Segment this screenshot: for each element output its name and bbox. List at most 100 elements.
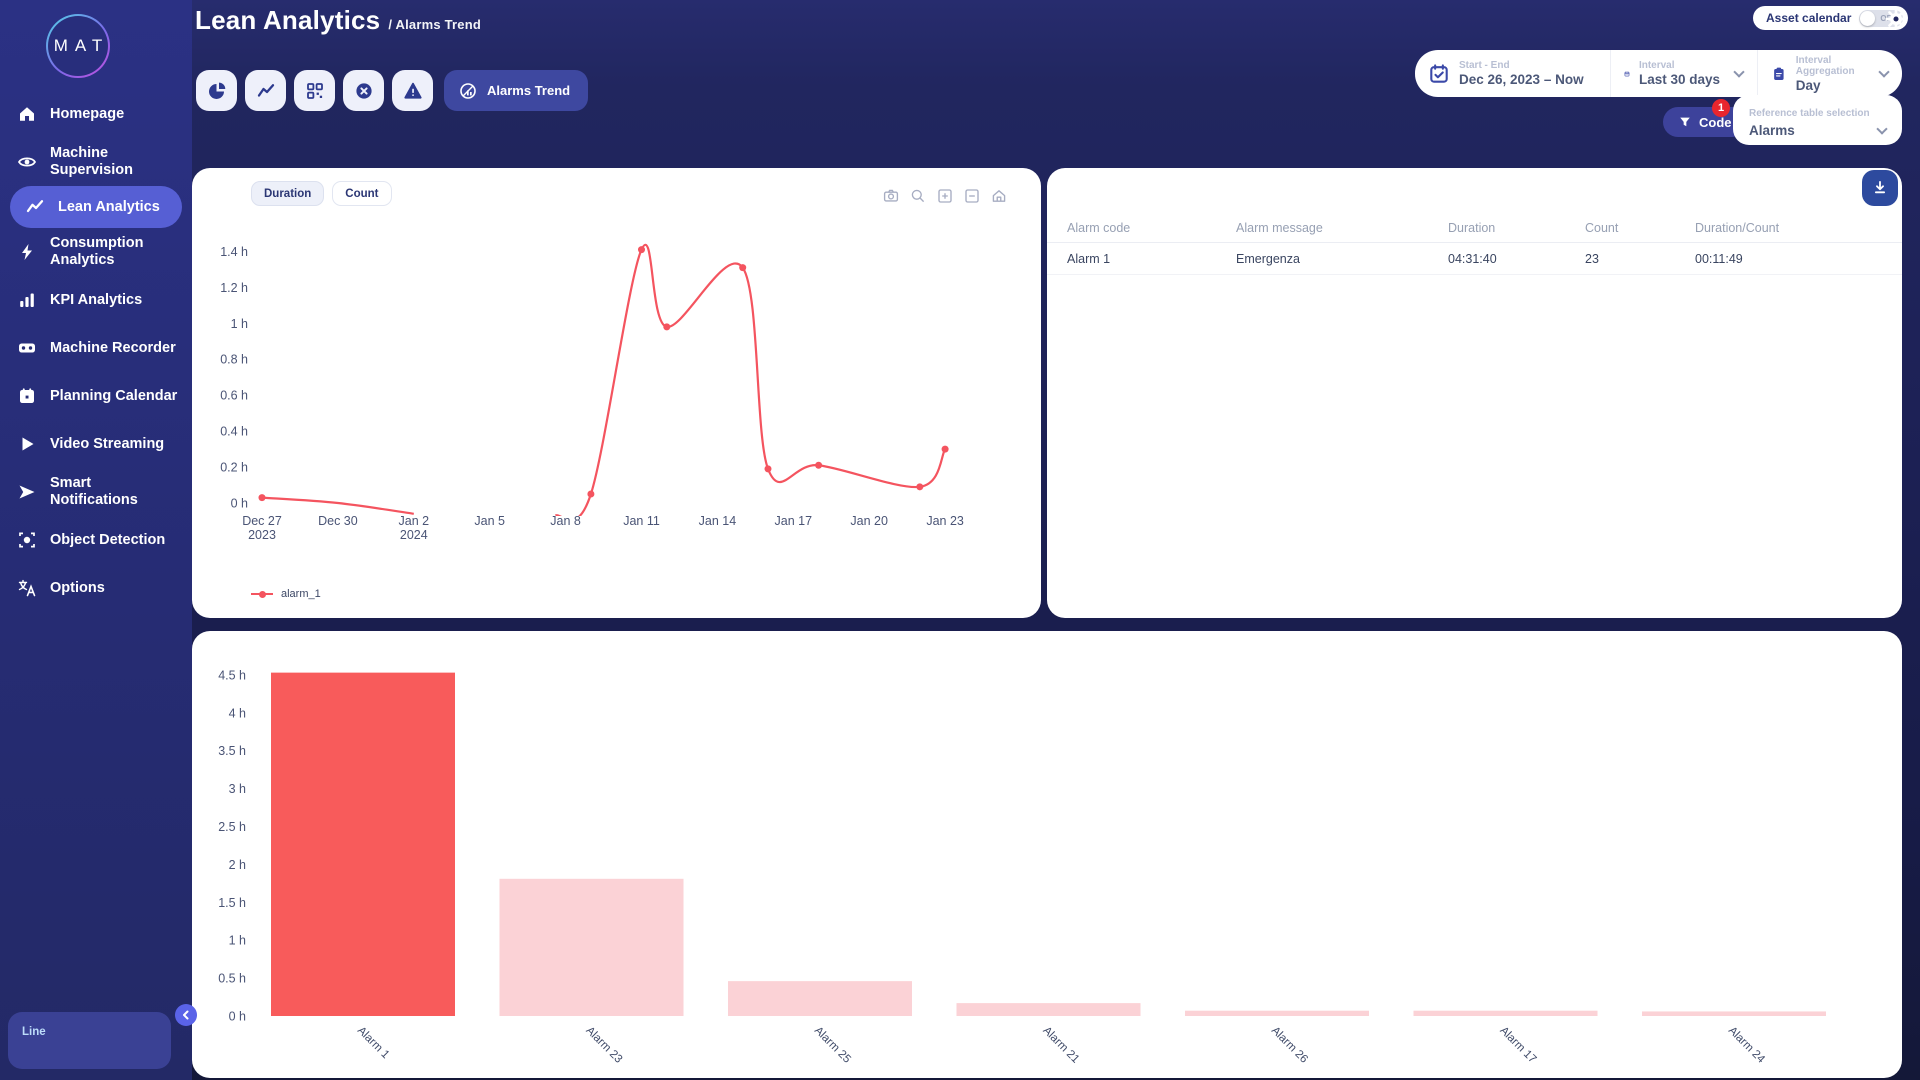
tab-duration[interactable]: Duration: [251, 181, 324, 206]
interval-label: Interval: [1639, 60, 1720, 71]
camera-icon[interactable]: [883, 188, 899, 204]
bolt-icon: [16, 241, 38, 263]
sidebar-item-label: Machine Recorder: [50, 340, 176, 357]
reference-table-select[interactable]: Reference table selection Alarms: [1733, 95, 1902, 145]
svg-text:Alarm 25: Alarm 25: [812, 1025, 853, 1066]
app-logo-text: MAT: [54, 36, 110, 56]
col-header-count: Count: [1585, 221, 1695, 235]
sidebar-item-homepage[interactable]: Homepage: [0, 90, 192, 138]
svg-text:Alarm 23: Alarm 23: [583, 1025, 624, 1066]
qr-code-button[interactable]: [294, 70, 335, 111]
pie-chart-icon: [207, 81, 227, 101]
reset-axes-home-icon[interactable]: [991, 188, 1007, 204]
page-title-text: Lean Analytics: [195, 5, 380, 35]
page-title: Lean Analytics / Alarms Trend: [195, 5, 481, 36]
home-icon: [16, 103, 38, 125]
sidebar-item-label: Machine Supervision: [50, 145, 182, 178]
sidebar: MAT Homepage Machine Supervision Lean An…: [0, 0, 192, 1080]
trend-line-icon: [24, 196, 46, 218]
alarms-table-card: Alarm code Alarm message Duration Count …: [1047, 168, 1902, 618]
send-icon: [16, 481, 38, 503]
svg-text:Dec 272023: Dec 272023: [242, 514, 282, 542]
legend-marker-dot: [259, 591, 266, 598]
start-end-label: Start - End: [1459, 60, 1584, 71]
aggregation-label: Interval Aggregation: [1796, 55, 1865, 77]
zoom-in-icon[interactable]: [937, 188, 953, 204]
qr-code-icon: [305, 81, 325, 101]
table-row: Alarm 1 Emergenza 04:31:40 23 00:11:49: [1047, 242, 1902, 275]
start-end-value: Dec 26, 2023 – Now: [1459, 72, 1584, 87]
object-scan-icon: [16, 529, 38, 551]
cell-duration-count: 00:11:49: [1695, 252, 1902, 266]
sidebar-item-label: Smart Notifications: [50, 475, 182, 508]
funnel-icon: [1678, 115, 1692, 129]
warning-triangle-button[interactable]: [392, 70, 433, 111]
bar-chart-card: 0 h0.5 h1 h1.5 h2 h2.5 h3 h3.5 h4 h4.5 h…: [192, 631, 1902, 1078]
sidebar-item-label: Video Streaming: [50, 436, 164, 453]
sidebar-item-machine-recorder[interactable]: Machine Recorder: [0, 324, 192, 372]
svg-text:4.5 h: 4.5 h: [218, 668, 246, 682]
reference-label: Reference table selection: [1749, 108, 1870, 119]
svg-text:2.5 h: 2.5 h: [218, 820, 246, 834]
bar-chart-plot[interactable]: 0 h0.5 h1 h1.5 h2 h2.5 h3 h3.5 h4 h4.5 h…: [192, 631, 1902, 1078]
line-tooltip-label: Line: [22, 1026, 46, 1038]
code-filter-badge: 1: [1712, 99, 1730, 117]
svg-text:Jan 17: Jan 17: [775, 514, 813, 528]
svg-text:1 h: 1 h: [229, 934, 246, 948]
sidebar-item-lean-analytics[interactable]: Lean Analytics: [10, 186, 182, 228]
asset-calendar-label: Asset calendar: [1766, 11, 1851, 25]
svg-text:Dec 30: Dec 30: [318, 514, 358, 528]
alarms-trend-button[interactable]: Alarms Trend: [444, 70, 588, 111]
sidebar-item-object-detection[interactable]: Object Detection: [0, 516, 192, 564]
svg-text:1.5 h: 1.5 h: [218, 896, 246, 910]
line-trend-button[interactable]: [245, 70, 286, 111]
alarms-trend-label: Alarms Trend: [487, 83, 570, 98]
chart-legend[interactable]: alarm_1: [251, 588, 321, 600]
line-tooltip: Line: [8, 1012, 171, 1069]
svg-text:Jan 22024: Jan 22024: [399, 514, 430, 542]
zoom-icon[interactable]: [910, 188, 926, 204]
tab-count[interactable]: Count: [332, 181, 391, 206]
reference-value: Alarms: [1749, 123, 1795, 138]
aggregation-select[interactable]: Interval Aggregation Day: [1757, 50, 1902, 97]
sidebar-item-kpi-analytics[interactable]: KPI Analytics: [0, 276, 192, 324]
interval-select[interactable]: Interval Last 30 days: [1610, 50, 1757, 97]
sidebar-item-label: Planning Calendar: [50, 388, 177, 405]
sidebar-item-consumption-analytics[interactable]: Consumption Analytics: [0, 228, 192, 276]
error-circle-button[interactable]: [343, 70, 384, 111]
legend-swatch: [251, 593, 273, 595]
col-header-alarm-code: Alarm code: [1067, 221, 1236, 235]
svg-text:0 h: 0 h: [231, 497, 248, 511]
svg-text:Alarm 17: Alarm 17: [1497, 1025, 1538, 1066]
clipboard-icon: [1771, 63, 1787, 85]
svg-text:1 h: 1 h: [231, 317, 248, 331]
line-chart-plot[interactable]: 0 h0.2 h0.4 h0.6 h0.8 h1 h1.2 h1.4 hDec …: [192, 168, 1041, 618]
sidebar-item-label: Options: [50, 580, 105, 597]
breadcrumb: / Alarms Trend: [388, 17, 481, 32]
legend-series-label: alarm_1: [281, 588, 321, 600]
start-end-picker[interactable]: Start - End Dec 26, 2023 – Now: [1415, 50, 1610, 97]
svg-text:0.5 h: 0.5 h: [218, 972, 246, 986]
calendar-interval-icon: [1624, 63, 1630, 85]
line-trend-icon: [256, 81, 276, 101]
sidebar-item-options[interactable]: Options: [0, 564, 192, 612]
svg-text:1.2 h: 1.2 h: [220, 281, 248, 295]
gear-icon[interactable]: [1884, 7, 1908, 31]
sidebar-item-machine-supervision[interactable]: Machine Supervision: [0, 138, 192, 186]
plot-modebar: [883, 188, 1007, 204]
sidebar-item-planning-calendar[interactable]: Planning Calendar: [0, 372, 192, 420]
sidebar-item-smart-notifications[interactable]: Smart Notifications: [0, 468, 192, 516]
sidebar-collapse-button[interactable]: [175, 1004, 197, 1026]
sidebar-item-video-streaming[interactable]: Video Streaming: [0, 420, 192, 468]
sidebar-item-label: Consumption Analytics: [50, 235, 182, 268]
app-logo: MAT: [46, 14, 110, 78]
svg-text:Alarm 1: Alarm 1: [355, 1025, 392, 1062]
pie-chart-button[interactable]: [196, 70, 237, 111]
download-button[interactable]: [1862, 170, 1898, 206]
cell-count: 23: [1585, 252, 1695, 266]
warning-triangle-icon: [403, 81, 423, 101]
zoom-out-icon[interactable]: [964, 188, 980, 204]
cell-duration: 04:31:40: [1448, 252, 1585, 266]
cell-alarm-code: Alarm 1: [1067, 252, 1236, 266]
sidebar-item-label: Lean Analytics: [58, 199, 160, 216]
